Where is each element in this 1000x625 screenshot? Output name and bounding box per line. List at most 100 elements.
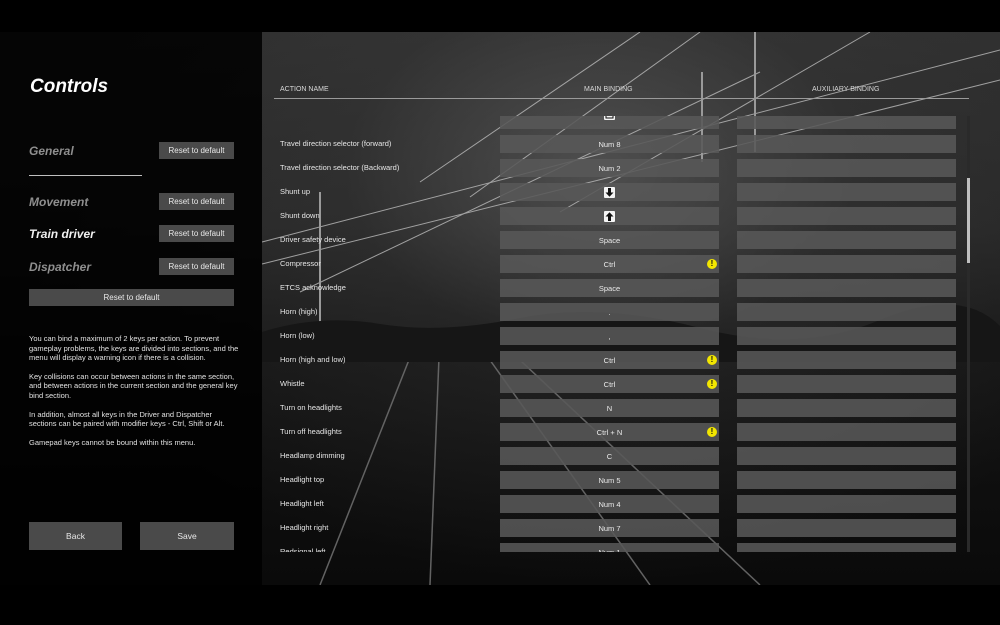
auxiliary-binding-field[interactable]	[737, 207, 956, 225]
binding-row: Headlight left Num 4	[274, 495, 964, 513]
binding-row: Horn (high).	[274, 303, 964, 321]
help-paragraph: You can bind a maximum of 2 keys per act…	[29, 334, 239, 363]
reset-all-button[interactable]: Reset to default	[29, 289, 234, 306]
main-binding-field[interactable]: Num 8	[500, 135, 719, 153]
main-binding-field[interactable]: C	[500, 447, 719, 465]
main-binding-field[interactable]: Ctrl!	[500, 255, 719, 273]
main-binding-field[interactable]: Space	[500, 279, 719, 297]
help-paragraph: Gamepad keys cannot be bound within this…	[29, 437, 196, 447]
main-binding-value: C	[606, 451, 613, 461]
binding-row: Turn on headlights N	[274, 399, 964, 417]
auxiliary-binding-field[interactable]	[737, 471, 956, 489]
action-name: Horn (high and low)	[280, 355, 346, 364]
help-text: You can bind a maximum of 2 keys per act…	[29, 334, 239, 456]
column-header-action: ACTION NAME	[280, 86, 329, 93]
main-binding-value: Ctrl	[603, 379, 616, 389]
binding-row: Headlight right Num 7	[274, 519, 964, 537]
main-binding-value: Num 4	[598, 499, 621, 509]
action-name: Headlamp dimming	[280, 451, 345, 460]
back-button[interactable]: Back	[29, 522, 122, 550]
auxiliary-binding-field[interactable]	[737, 375, 956, 393]
auxiliary-binding-field[interactable]	[737, 183, 956, 201]
main-binding-field[interactable]: Space	[500, 231, 719, 249]
auxiliary-binding-field[interactable]	[737, 303, 956, 321]
main-binding-value: Ctrl + N	[596, 427, 623, 437]
binding-row: Compressor Ctrl!	[274, 255, 964, 273]
letterbox-top	[0, 0, 1000, 32]
auxiliary-binding-field[interactable]	[737, 116, 956, 129]
action-name: Redsignal left	[280, 547, 326, 552]
auxiliary-binding-field[interactable]	[737, 519, 956, 537]
main-binding-value: Num 5	[598, 475, 621, 485]
main-binding-field[interactable]: Ctrl!	[500, 375, 719, 393]
auxiliary-binding-field[interactable]	[737, 543, 956, 552]
arrow-down-key-icon	[604, 186, 615, 198]
main-binding-value: Num 7	[598, 523, 621, 533]
auxiliary-binding-field[interactable]	[737, 327, 956, 345]
action-name: Headlight right	[280, 523, 329, 532]
section-dispatcher-label[interactable]: Dispatcher	[29, 260, 91, 274]
section-movement-label[interactable]: Movement	[29, 195, 88, 209]
main-binding-field[interactable]	[500, 183, 719, 201]
action-name: Whistle	[280, 379, 305, 388]
binding-row: Turn off headlights Ctrl + N!	[274, 423, 964, 441]
auxiliary-binding-field[interactable]	[737, 135, 956, 153]
binding-row: Travel direction selector (Backward) Num …	[274, 159, 964, 177]
binding-row: Redsignal left Num 1	[274, 543, 964, 552]
main-binding-value: Space	[598, 283, 621, 293]
auxiliary-binding-field[interactable]	[737, 255, 956, 273]
main-binding-field[interactable]: Num 7	[500, 519, 719, 537]
main-binding-field[interactable]	[500, 207, 719, 225]
auxiliary-binding-field[interactable]	[737, 447, 956, 465]
main-binding-field[interactable]: N	[500, 399, 719, 417]
binding-row: Headlight top Num 5	[274, 471, 964, 489]
auxiliary-binding-field[interactable]	[737, 159, 956, 177]
header-divider	[274, 98, 969, 99]
letterbox-bottom	[0, 585, 1000, 625]
main-binding-field[interactable]: Ctrl!	[500, 351, 719, 369]
column-header-aux: AUXILIARY BINDING	[812, 86, 880, 93]
action-name: Headlight left	[280, 499, 324, 508]
section-divider	[29, 175, 142, 176]
main-binding-value: Num 8	[598, 139, 621, 149]
reset-train-driver-button[interactable]: Reset to default	[159, 225, 234, 242]
main-binding-field[interactable]: Num 2	[500, 159, 719, 177]
action-name: Driver safety device	[280, 235, 346, 244]
main-binding-field[interactable]: Ctrl + N!	[500, 423, 719, 441]
main-binding-field[interactable]: ,	[500, 327, 719, 345]
save-button[interactable]: Save	[140, 522, 234, 550]
warning-icon: !	[707, 355, 717, 365]
main-binding-field[interactable]: Num 1	[500, 543, 719, 552]
auxiliary-binding-field[interactable]	[737, 351, 956, 369]
warning-icon: !	[707, 427, 717, 437]
auxiliary-binding-field[interactable]	[737, 423, 956, 441]
main-binding-field[interactable]	[500, 116, 719, 129]
reset-general-button[interactable]: Reset to default	[159, 142, 234, 159]
table-header: ACTION NAME MAIN BINDING AUXILIARY BINDI…	[274, 86, 969, 96]
binding-row: Horn (high and low) Ctrl!	[274, 351, 964, 369]
main-binding-field[interactable]: .	[500, 303, 719, 321]
controls-screen: Controls General Reset to default Moveme…	[0, 0, 1000, 625]
auxiliary-binding-field[interactable]	[737, 279, 956, 297]
section-general-label[interactable]: General	[29, 144, 74, 158]
auxiliary-binding-field[interactable]	[737, 231, 956, 249]
reset-dispatcher-button[interactable]: Reset to default	[159, 258, 234, 275]
binding-row: Shunt down	[274, 207, 964, 225]
action-name: Travel direction selector (forward)	[280, 139, 392, 148]
action-name: ETCS acknowledge	[280, 283, 346, 292]
auxiliary-binding-field[interactable]	[737, 495, 956, 513]
main-binding-value: Num 2	[598, 163, 621, 173]
action-name: Headlight top	[280, 475, 325, 484]
key-partial-icon	[604, 116, 615, 120]
binding-row: Headlamp dimming C	[274, 447, 964, 465]
scrollbar-thumb[interactable]	[967, 178, 970, 263]
arrow-up-key-icon	[604, 210, 615, 222]
main-binding-field[interactable]: Num 4	[500, 495, 719, 513]
action-name: Compressor	[280, 259, 321, 268]
main-binding-value: ,	[608, 331, 611, 341]
auxiliary-binding-field[interactable]	[737, 399, 956, 417]
main-binding-value: Ctrl	[603, 259, 616, 269]
main-binding-field[interactable]: Num 5	[500, 471, 719, 489]
reset-movement-button[interactable]: Reset to default	[159, 193, 234, 210]
section-train-driver-label[interactable]: Train driver	[29, 227, 95, 241]
